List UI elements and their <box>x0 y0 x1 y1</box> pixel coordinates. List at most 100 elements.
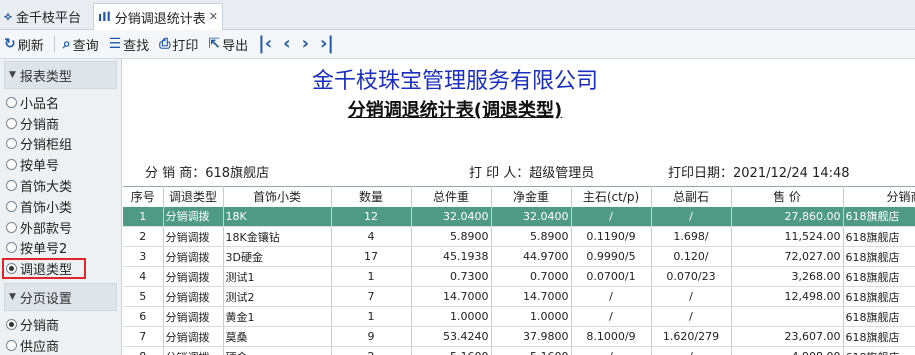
prev-page-icon[interactable]: ‹ <box>283 35 290 53</box>
refresh-icon: ↻ <box>4 36 16 52</box>
table-cell: 1.0000 <box>491 306 572 327</box>
radio-icon[interactable] <box>6 159 17 171</box>
table-cell: 9 <box>331 326 412 347</box>
distributor-info: 分 销 商：618旗舰店 <box>145 166 270 181</box>
table-cell: 7 <box>123 326 164 347</box>
radio-icon[interactable] <box>6 200 17 212</box>
table-cell: 32.0400 <box>491 206 572 227</box>
table-row[interactable]: 1 分销调拨 18K 12 32.0400 32.0400//27,860.00 618旗舰… <box>123 206 915 227</box>
table-cell: / <box>571 206 652 227</box>
report-type-option[interactable]: 调退类型 <box>2 258 86 280</box>
column-header[interactable]: 总件重 <box>411 186 492 207</box>
table-cell: 5.1600 <box>411 346 492 355</box>
report-type-option[interactable]: 外部款号 <box>0 217 121 238</box>
table-cell: 72,027.00 <box>731 246 844 267</box>
report-type-option[interactable]: 按单号 <box>0 154 121 175</box>
radio-icon[interactable] <box>6 339 17 351</box>
page-option[interactable]: 供应商 <box>0 335 121 355</box>
table-cell: 618旗舰店 <box>843 286 915 307</box>
printer-info: 打 印 人：超级管理员 <box>469 166 595 181</box>
tab-report[interactable]: ıIl 分销调退统计表 ✕ <box>93 3 223 30</box>
table-cell: 分销调拨 <box>163 206 224 227</box>
table-cell: 23,607.00 <box>731 326 844 347</box>
radio-icon[interactable] <box>6 117 17 129</box>
column-header[interactable]: 分销商 <box>843 186 915 207</box>
table-cell: 1.620/279 <box>651 326 732 347</box>
refresh-button[interactable]: ↻ 刷新 <box>4 35 44 54</box>
caret-down-icon: ▼ <box>9 70 16 80</box>
query-button[interactable]: ⌕ 查询 <box>63 35 99 54</box>
tab-bar: ⟡ 金千枝平台 ıIl 分销调退统计表 ✕ <box>0 0 915 30</box>
table-cell: 4 <box>123 266 164 287</box>
table-cell: 0.1190/9 <box>571 226 652 247</box>
table-cell: 1 <box>123 206 164 227</box>
table-cell: 3,268.00 <box>731 266 844 287</box>
table-row[interactable]: 5 分销调拨 测试2 7 14.7000 14.7000//12,498.00 618旗舰店 <box>123 286 915 307</box>
column-header[interactable]: 净金重 <box>491 186 572 207</box>
table-row[interactable]: 3 分销调拨 3D硬金 17 45.1938 44.9700 0.9990/5 0.120/7… <box>123 246 915 267</box>
table-cell: 4,908.00 <box>731 346 844 355</box>
table-cell: 618旗舰店 <box>843 266 915 287</box>
export-button[interactable]: ⇱ 导出 <box>208 35 248 54</box>
radio-icon[interactable] <box>6 96 17 108</box>
last-page-icon[interactable]: ›| <box>320 35 334 53</box>
report-type-option[interactable]: 小品名 <box>0 92 121 113</box>
column-header[interactable]: 调退类型 <box>163 186 224 207</box>
table-row[interactable]: 6 分销调拨 黄金1 1 1.0000 1.0000//618旗舰店 <box>123 306 915 327</box>
query-label: 查询 <box>72 38 99 54</box>
first-page-icon[interactable]: |‹ <box>258 35 272 53</box>
table-cell: 分销调拨 <box>163 246 224 267</box>
tab-platform[interactable]: ⟡ 金千枝平台 <box>4 3 92 30</box>
print-button[interactable]: ⎙ 打印 <box>159 35 198 54</box>
report-type-option[interactable]: 首饰小类 <box>0 196 121 217</box>
find-button[interactable]: ☰ 查找 <box>109 35 150 54</box>
table-row[interactable]: 2 分销调拨 18K金镶钻 4 5.8900 5.8900 0.1190/9 1.698/11… <box>123 226 915 247</box>
toolbar-divider <box>53 35 55 53</box>
column-header[interactable]: 首饰小类 <box>223 186 332 207</box>
chart-icon: ıIl <box>98 10 111 24</box>
table-row[interactable]: 4 分销调拨 测试1 1 0.7300 0.7000 0.0700/1 0.070/23 3,2… <box>123 266 915 287</box>
column-header[interactable]: 售 价 <box>731 186 844 207</box>
close-icon[interactable]: ✕ <box>209 10 218 23</box>
table-cell: 3D硬金 <box>223 246 332 267</box>
report-type-option[interactable]: 按单号2 <box>0 238 121 259</box>
table-cell: 1.0000 <box>411 306 492 327</box>
table-cell: 4 <box>331 226 412 247</box>
radio-icon[interactable] <box>6 263 17 275</box>
column-header[interactable]: 总副石 <box>651 186 732 207</box>
report-type-option[interactable]: 分销柜组 <box>0 134 121 155</box>
table-cell: 1 <box>331 306 412 327</box>
printer-icon: ⎙ <box>159 36 171 52</box>
table-cell: / <box>651 286 732 307</box>
report-table: 序号调退类型首饰小类数量总件重净金重主石(ct/p)总副石售 价分销商 1分销调… <box>123 186 915 355</box>
table-row[interactable]: 8分销调拨硬金25.16005.1600//4,908.00618旗舰店 <box>123 346 915 355</box>
radio-icon[interactable] <box>6 138 17 150</box>
table-row[interactable]: 7 分销调拨 莫桑 9 53.4240 37.9800 8.1000/9 1.620/279 2… <box>123 326 915 347</box>
sidebar: ▼ 报表类型 小品名 分销商 分销柜组 按单号 首饰大类 首饰小类 外部款号 按单号2 调退类型… <box>0 59 122 355</box>
table-cell: 17 <box>331 246 412 267</box>
radio-icon[interactable] <box>6 221 17 233</box>
column-header[interactable]: 主石(ct/p) <box>571 186 652 207</box>
table-cell: 莫桑 <box>223 326 332 347</box>
radio-icon[interactable] <box>6 242 17 254</box>
radio-icon[interactable] <box>6 319 17 331</box>
table-cell: 5 <box>123 286 164 307</box>
report-type-option[interactable]: 首饰大类 <box>0 175 121 196</box>
next-page-icon[interactable]: › <box>302 35 309 53</box>
report-title: 分销调退统计表(调退类型) <box>347 100 563 121</box>
tab-report-label: 分销调退统计表 <box>114 11 206 27</box>
table-cell: 2 <box>123 226 164 247</box>
radio-icon[interactable] <box>6 180 17 192</box>
report-type-option[interactable]: 分销商 <box>0 113 121 134</box>
page-setting-header[interactable]: ▼ 分页设置 <box>4 283 117 312</box>
table-cell: 6 <box>123 306 164 327</box>
page-option[interactable]: 分销商 <box>0 314 121 335</box>
report-type-header[interactable]: ▼ 报表类型 <box>4 61 117 89</box>
column-header[interactable]: 序号 <box>123 186 164 207</box>
table-cell: 11,524.00 <box>731 226 844 247</box>
option-label: 供应商 <box>20 339 60 355</box>
toolbar: ↻ 刷新 ⌕ 查询 ☰ 查找 ⎙ 打印 ⇱ 导出 |‹ ‹ › ›| <box>0 30 915 59</box>
column-header[interactable]: 数量 <box>331 186 412 207</box>
table-cell: 14.7000 <box>411 286 492 307</box>
table-cell: / <box>651 206 732 227</box>
